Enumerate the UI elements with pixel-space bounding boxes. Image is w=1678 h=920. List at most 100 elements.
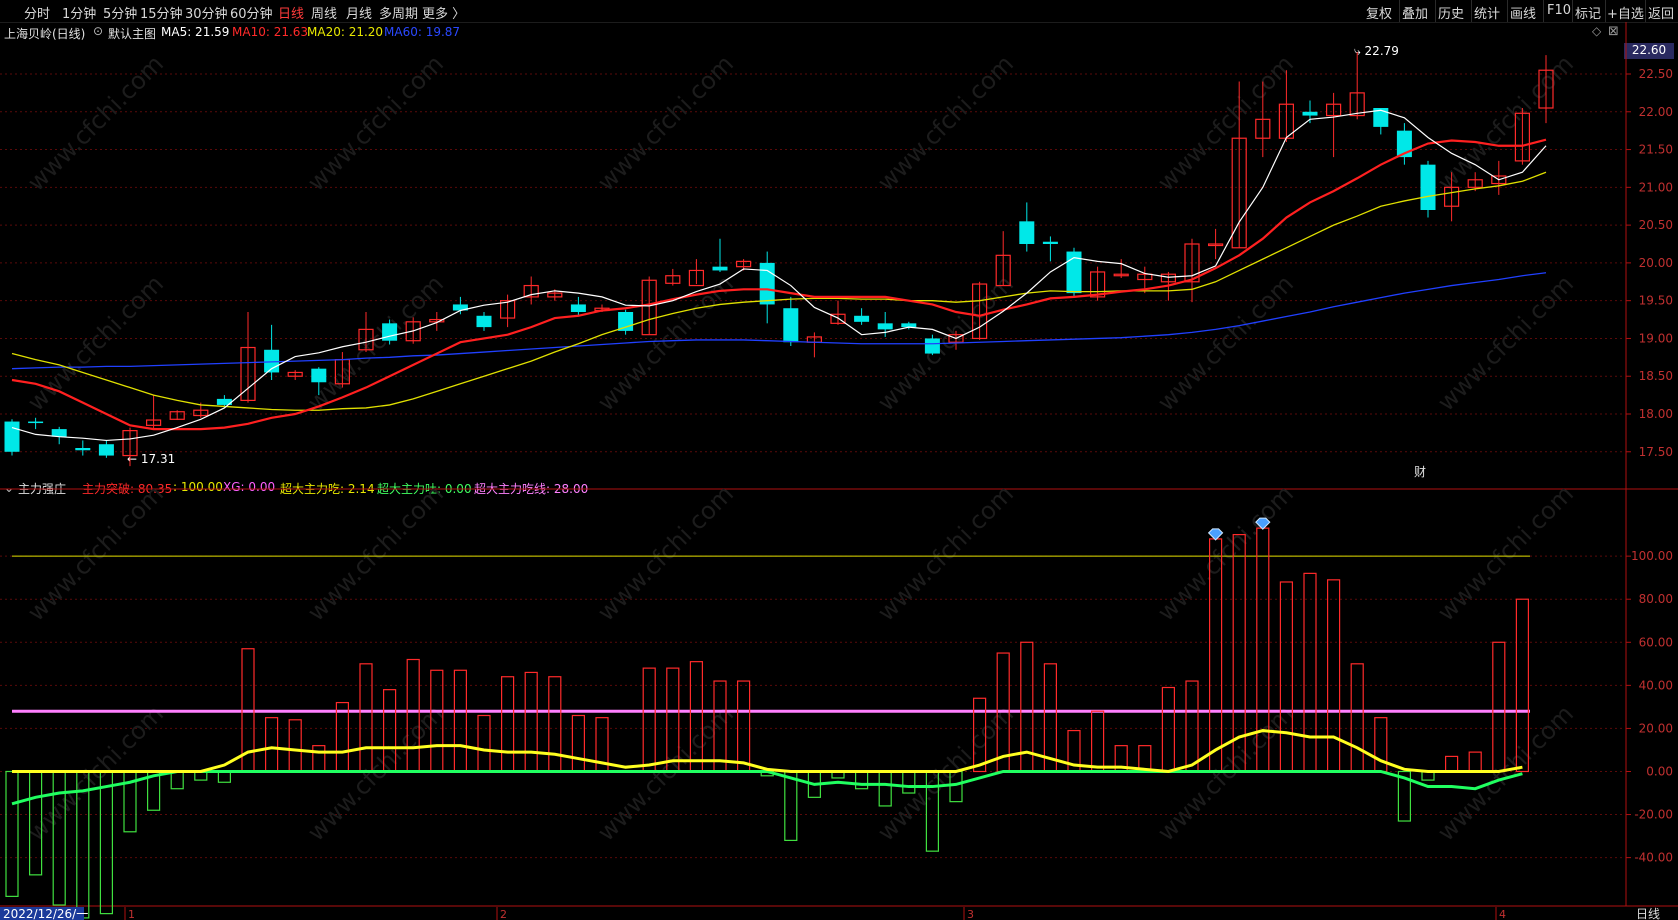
osc-bar-positive bbox=[1256, 527, 1270, 773]
tab-multi-period[interactable]: 多周期 bbox=[379, 3, 418, 22]
osc-bar-negative bbox=[949, 770, 963, 803]
tab-1min[interactable]: 1分钟 bbox=[62, 3, 96, 22]
tab-more[interactable]: 更多 〉 bbox=[422, 3, 465, 22]
divider bbox=[1543, 0, 1544, 22]
candle-body-up bbox=[1207, 243, 1224, 247]
history-button[interactable]: 历史 bbox=[1438, 3, 1464, 22]
watermark-text: www.cfchi.com bbox=[22, 270, 169, 417]
candle-body-up bbox=[240, 346, 256, 401]
osc-bar-negative bbox=[878, 770, 892, 807]
watermark-text: www.cfchi.com bbox=[872, 700, 1019, 847]
candle-body-down bbox=[901, 323, 917, 328]
osc-bar-positive bbox=[1303, 572, 1317, 773]
candle-body-down bbox=[382, 323, 398, 341]
draw-line-button[interactable]: 画线 bbox=[1510, 3, 1536, 22]
osc-bar-negative bbox=[831, 770, 845, 779]
candle-body-up bbox=[547, 292, 563, 298]
overlay-button[interactable]: 叠加 bbox=[1402, 3, 1428, 22]
price-tick-label: 19.50 bbox=[1639, 294, 1673, 308]
tab-60min[interactable]: 60分钟 bbox=[230, 3, 273, 22]
tab-monthly[interactable]: 月线 bbox=[346, 3, 372, 22]
high-price-annotation: ⤷ 22.79 bbox=[1354, 44, 1399, 58]
osc-bar-positive bbox=[642, 667, 656, 773]
osc-tick-label: 0.00 bbox=[1646, 764, 1673, 778]
price-tick-label: 22.50 bbox=[1639, 67, 1673, 81]
osc-bar-positive bbox=[1067, 729, 1081, 773]
candle-body-down bbox=[1420, 164, 1436, 210]
collapse-chevron-icon[interactable]: ⌄ bbox=[4, 481, 14, 495]
osc-bar-positive bbox=[1138, 745, 1152, 773]
candle-body-up bbox=[1514, 112, 1531, 162]
price-tick-label: 20.00 bbox=[1639, 256, 1673, 270]
watermark-text: www.cfchi.com bbox=[592, 480, 739, 627]
price-tick-label: 22.00 bbox=[1639, 105, 1673, 119]
osc-tick-label: 40.00 bbox=[1639, 678, 1673, 692]
watermark-text: www.cfchi.com bbox=[1152, 50, 1299, 197]
osc-bar-positive bbox=[477, 714, 491, 773]
date-cursor-box bbox=[0, 907, 84, 920]
restore-rights-button[interactable]: 复权 bbox=[1366, 3, 1392, 22]
candle-body-up bbox=[1089, 271, 1106, 298]
chart-template-label[interactable]: 默认主图 bbox=[108, 25, 156, 42]
tab-daily[interactable]: 日线 bbox=[278, 3, 304, 22]
watermark-text: www.cfchi.com bbox=[302, 50, 449, 197]
candle-body-up bbox=[523, 284, 539, 298]
candle-body-up bbox=[1137, 273, 1153, 281]
close-panel-icon[interactable]: ⊠ bbox=[1608, 24, 1619, 39]
indicator-title: 主力强庄 bbox=[18, 482, 67, 496]
current-price-tag: 22.60 bbox=[1624, 43, 1674, 59]
price-tick-label: 19.00 bbox=[1639, 331, 1673, 345]
super-spit-label: 超大主力吐: 0.00 bbox=[377, 482, 472, 496]
candle-body-down bbox=[51, 429, 67, 437]
candle-body-up bbox=[665, 275, 681, 284]
candle-body-up bbox=[1231, 137, 1247, 249]
divider bbox=[1507, 0, 1508, 22]
osc-bar-negative bbox=[854, 770, 869, 790]
back-button[interactable]: 返回 bbox=[1648, 3, 1674, 22]
tab-5min[interactable]: 5分钟 bbox=[103, 3, 137, 22]
candle-body-up bbox=[193, 409, 209, 417]
watermark-text: www.cfchi.com bbox=[872, 50, 1019, 197]
tab-30min[interactable]: 30分钟 bbox=[185, 3, 228, 22]
price-tick-label: 18.00 bbox=[1639, 407, 1673, 421]
osc-tick-label: -40.00 bbox=[1634, 851, 1673, 865]
osc-bar-positive bbox=[1468, 751, 1482, 773]
finance-event-marker[interactable]: 财 bbox=[1414, 463, 1426, 480]
add-favorite-button[interactable]: +自选 bbox=[1607, 3, 1644, 22]
osc-bar-positive bbox=[595, 717, 609, 773]
osc-bar-negative bbox=[217, 770, 231, 783]
price-tick-label: 21.00 bbox=[1639, 180, 1673, 194]
osc-tick-label: 100.00 bbox=[1631, 549, 1673, 563]
mark-button[interactable]: 标记 bbox=[1575, 3, 1601, 22]
candle-body-up bbox=[971, 283, 988, 340]
ma60-label: MA60: 19.87 bbox=[384, 25, 461, 39]
candle-body-down bbox=[712, 266, 728, 271]
osc-bar-negative bbox=[760, 770, 774, 777]
osc-bar-positive bbox=[1326, 579, 1341, 773]
f10-button[interactable]: F10 bbox=[1547, 3, 1571, 18]
low-price-value: 17.31 bbox=[140, 452, 176, 466]
chart-template-icon[interactable]: ⊙ bbox=[93, 24, 103, 38]
candle-body-down bbox=[1019, 221, 1035, 244]
diamond-icon[interactable]: ◇ bbox=[1592, 24, 1601, 38]
price-tick-label: 20.50 bbox=[1639, 218, 1673, 232]
candle-body-up bbox=[995, 254, 1011, 287]
osc-bar-positive bbox=[689, 661, 704, 773]
ma60-line bbox=[11, 272, 1547, 370]
candle-body-up bbox=[1184, 243, 1200, 283]
osc-bar-positive bbox=[571, 714, 586, 773]
osc-bar-positive bbox=[430, 669, 444, 773]
candle-body-down bbox=[759, 262, 775, 305]
watermark-text: www.cfchi.com bbox=[22, 50, 169, 197]
super-eat-label: 超大主力吃: 2.14 bbox=[280, 482, 375, 496]
statistics-button[interactable]: 统计 bbox=[1474, 3, 1500, 22]
candle-body-up bbox=[1349, 92, 1365, 117]
candle-body-down bbox=[98, 444, 114, 456]
tab-timeshare[interactable]: 分时 bbox=[24, 3, 50, 22]
tab-15min[interactable]: 15分钟 bbox=[140, 3, 183, 22]
candle-body-up bbox=[1160, 273, 1177, 283]
high-price-value: 22.79 bbox=[1364, 44, 1399, 58]
candle-body-up bbox=[1325, 103, 1342, 117]
watermark-text: www.cfchi.com bbox=[1432, 700, 1579, 847]
tab-weekly[interactable]: 周线 bbox=[311, 3, 337, 22]
